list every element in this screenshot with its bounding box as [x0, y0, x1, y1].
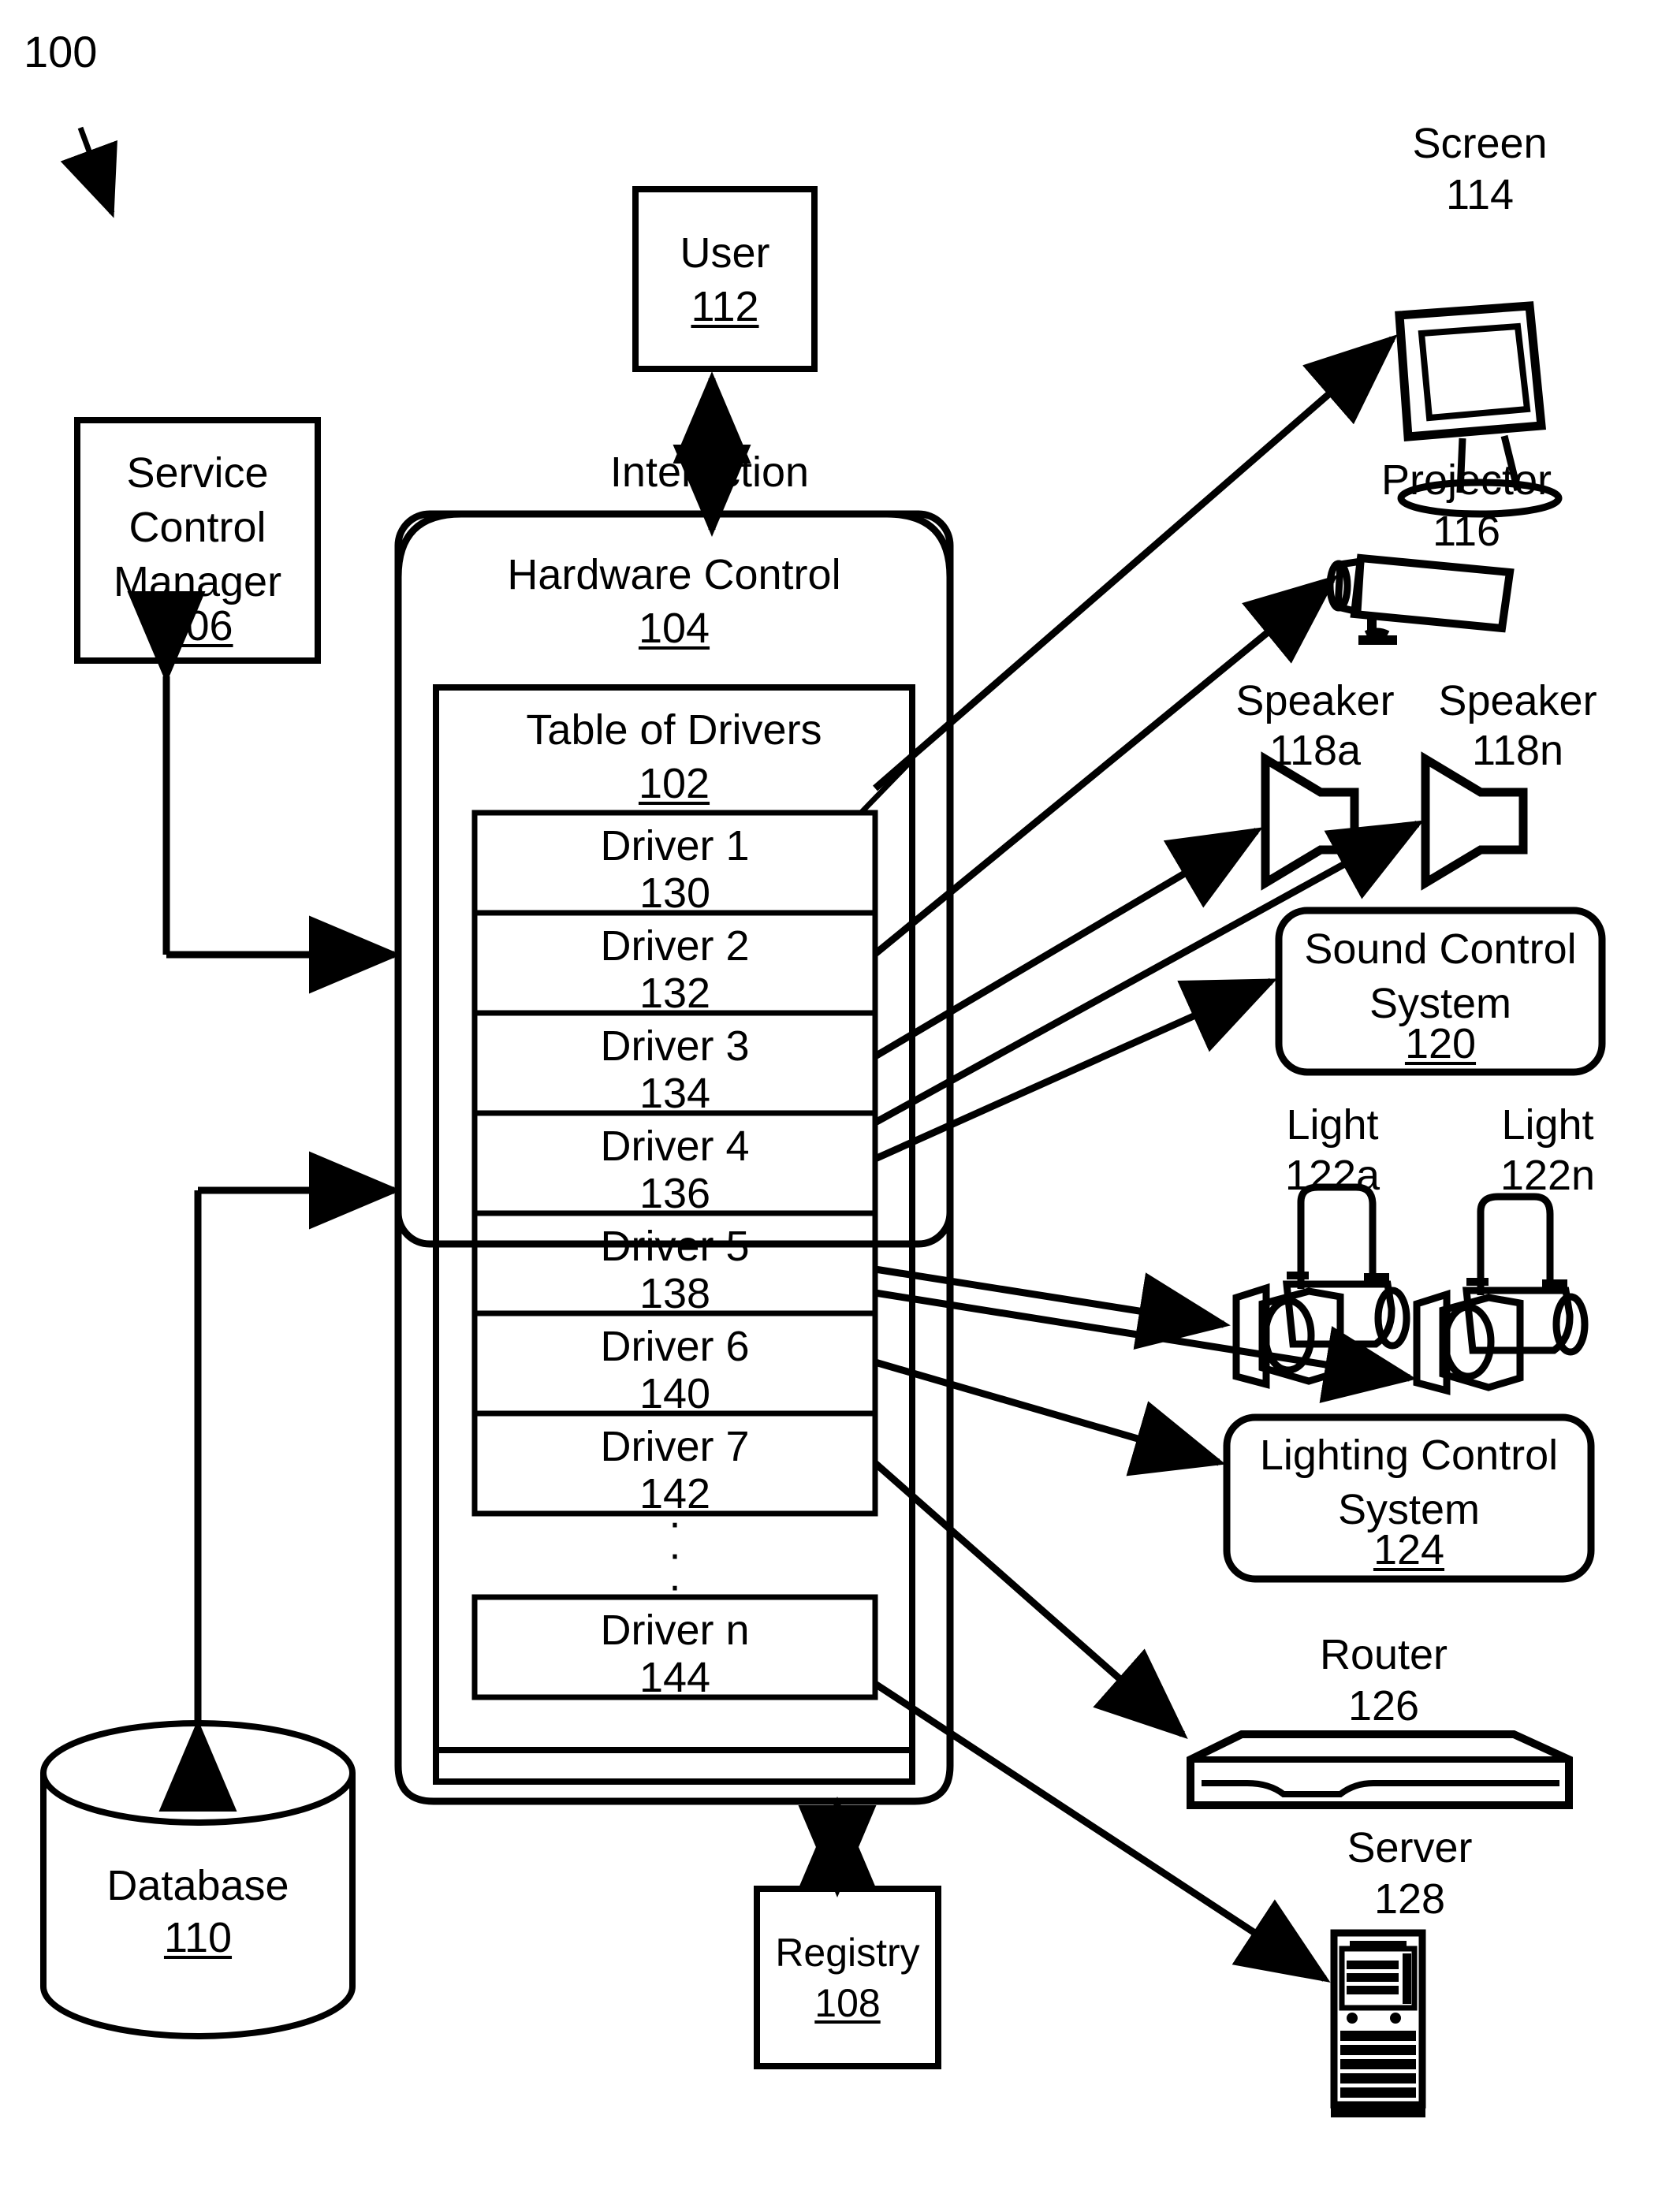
driver-row-label-5: Driver 5 — [600, 1223, 750, 1270]
scm-to-hardware-control-arrow — [127, 591, 401, 994]
figure-ref-arrow — [60, 126, 117, 218]
table-of-drivers-ref: 102 — [638, 760, 710, 807]
server-label: Server — [1347, 1824, 1473, 1871]
router-label: Router — [1319, 1631, 1448, 1678]
router-icon — [1187, 1730, 1573, 1809]
light-n-icon — [1413, 1193, 1589, 1395]
driver-row-label-n: Driver n — [600, 1607, 750, 1654]
registry-label: Registry — [775, 1931, 920, 1975]
figure-ref-label: 100 — [24, 27, 98, 76]
speaker-a-label: Speaker — [1235, 677, 1395, 724]
speaker-a-ref: 118a — [1269, 727, 1362, 774]
driver-row-ref-2: 132 — [639, 970, 711, 1017]
hardware-control-label: Hardware Control — [507, 551, 841, 598]
light-n-ref: 122n — [1500, 1152, 1596, 1199]
driver-row-label-1: Driver 1 — [600, 822, 750, 870]
screen-label: Screen — [1412, 120, 1548, 167]
driver-ellipsis-dot-3: · — [668, 1562, 682, 1609]
sound-control-system-label: Sound Control System — [1304, 925, 1577, 1028]
router-ref: 126 — [1347, 1682, 1420, 1730]
driver-row-ref-5: 138 — [639, 1270, 711, 1317]
lighting-control-system-label: Lighting Control System — [1259, 1432, 1559, 1534]
projector-ref: 116 — [1432, 508, 1501, 555]
screen-ref: 114 — [1445, 171, 1515, 218]
light-n-label: Light — [1501, 1101, 1594, 1149]
hardware-control-ref: 104 — [638, 605, 710, 652]
driver-row-label-2: Driver 2 — [600, 922, 750, 970]
database-label: Database — [106, 1862, 289, 1909]
driver-row-ref-3: 134 — [639, 1070, 711, 1117]
light-a-ref: 122a — [1284, 1152, 1381, 1199]
service-control-manager-ref: 106 — [162, 602, 233, 650]
driver-row-ref-1: 130 — [639, 870, 711, 917]
database-to-hardware-control-arrow — [158, 1151, 401, 1812]
server-ref: 128 — [1373, 1875, 1446, 1923]
driver-row-label-6: Driver 6 — [600, 1323, 750, 1370]
driver-row-ref-6: 140 — [639, 1370, 711, 1417]
server-icon — [1330, 1929, 1426, 2117]
projector-label: Projector — [1381, 456, 1552, 504]
projector-icon — [1326, 553, 1515, 645]
speaker-n-ref: 118n — [1471, 727, 1564, 774]
driver-row-ref-n: 144 — [639, 1654, 711, 1701]
user-label: User — [680, 229, 770, 277]
light-a-label: Light — [1286, 1101, 1379, 1149]
table-of-drivers-label: Table of Drivers — [526, 706, 822, 754]
speaker-n-label: Speaker — [1438, 677, 1597, 724]
driver-row-label-3: Driver 3 — [600, 1022, 750, 1070]
user-ref: 112 — [691, 283, 759, 330]
service-control-manager-label: Service Control Manager — [113, 449, 282, 606]
sound-control-system-ref: 120 — [1404, 1020, 1477, 1067]
registry-ref: 108 — [814, 1981, 881, 2025]
driver-row-label-7: Driver 7 — [600, 1423, 750, 1470]
driver-row-label-4: Driver 4 — [600, 1123, 750, 1170]
interaction-label: Interaction — [609, 449, 810, 496]
lighting-control-system-ref: 124 — [1373, 1526, 1445, 1573]
driver-row-ref-4: 136 — [639, 1170, 711, 1217]
database-ref: 110 — [163, 1914, 233, 1961]
